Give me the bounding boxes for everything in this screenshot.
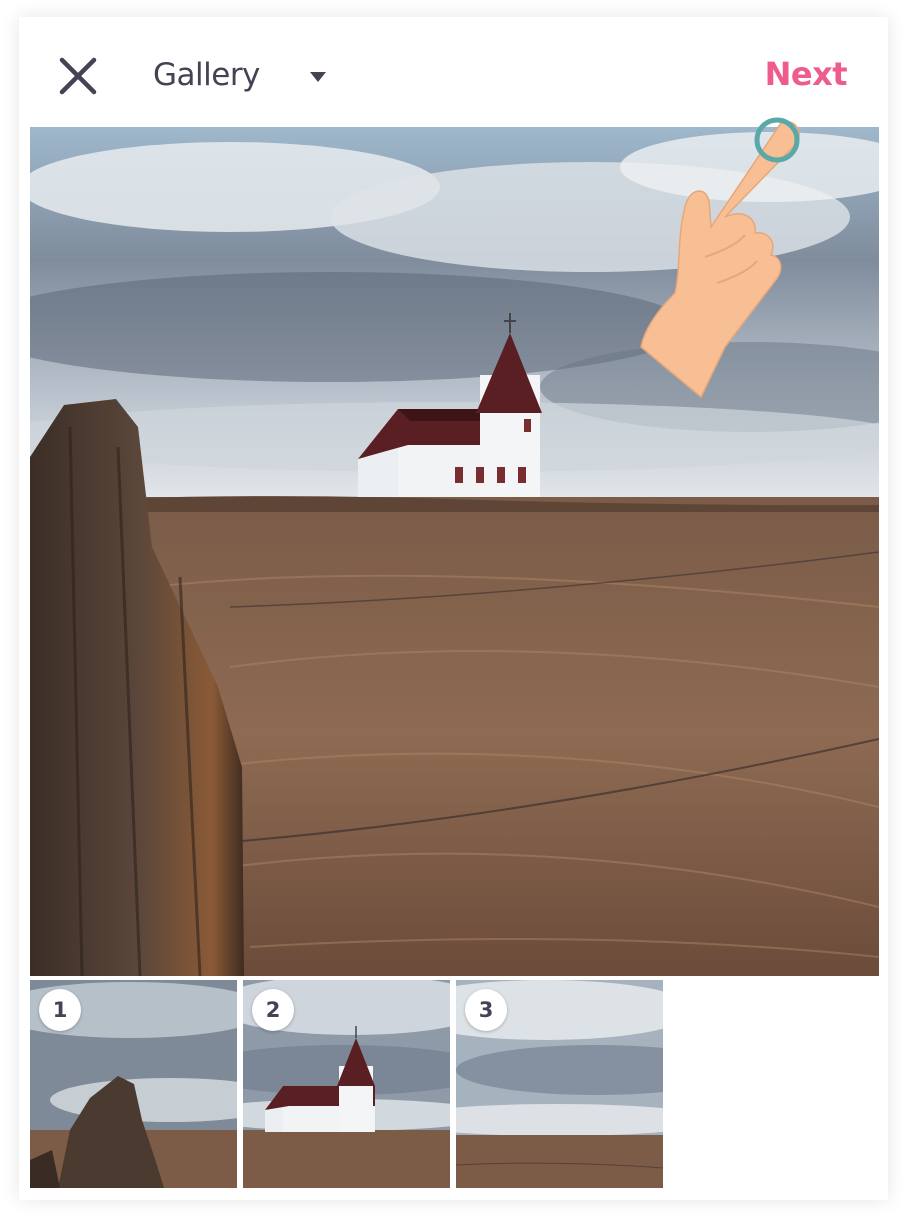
- caret-down-icon: [310, 72, 326, 82]
- gallery-picker-card: Gallery Next 1 2 3: [19, 17, 888, 1200]
- church-landscape-photo: [30, 127, 879, 976]
- next-button[interactable]: Next: [765, 55, 848, 93]
- album-dropdown[interactable]: [309, 71, 327, 83]
- thumbnail-3[interactable]: 3: [456, 980, 663, 1188]
- close-icon: [59, 57, 97, 95]
- thumbnail-number-badge: 2: [252, 989, 294, 1031]
- selected-photo-preview: [30, 127, 879, 976]
- close-button[interactable]: [57, 55, 99, 97]
- top-bar: Gallery Next: [19, 17, 888, 127]
- thumbnail-2[interactable]: 2: [243, 980, 450, 1188]
- thumbnail-1[interactable]: 1: [30, 980, 237, 1188]
- album-title[interactable]: Gallery: [153, 57, 260, 93]
- thumbnail-number-badge: 3: [465, 989, 507, 1031]
- thumbnail-number-badge: 1: [39, 989, 81, 1031]
